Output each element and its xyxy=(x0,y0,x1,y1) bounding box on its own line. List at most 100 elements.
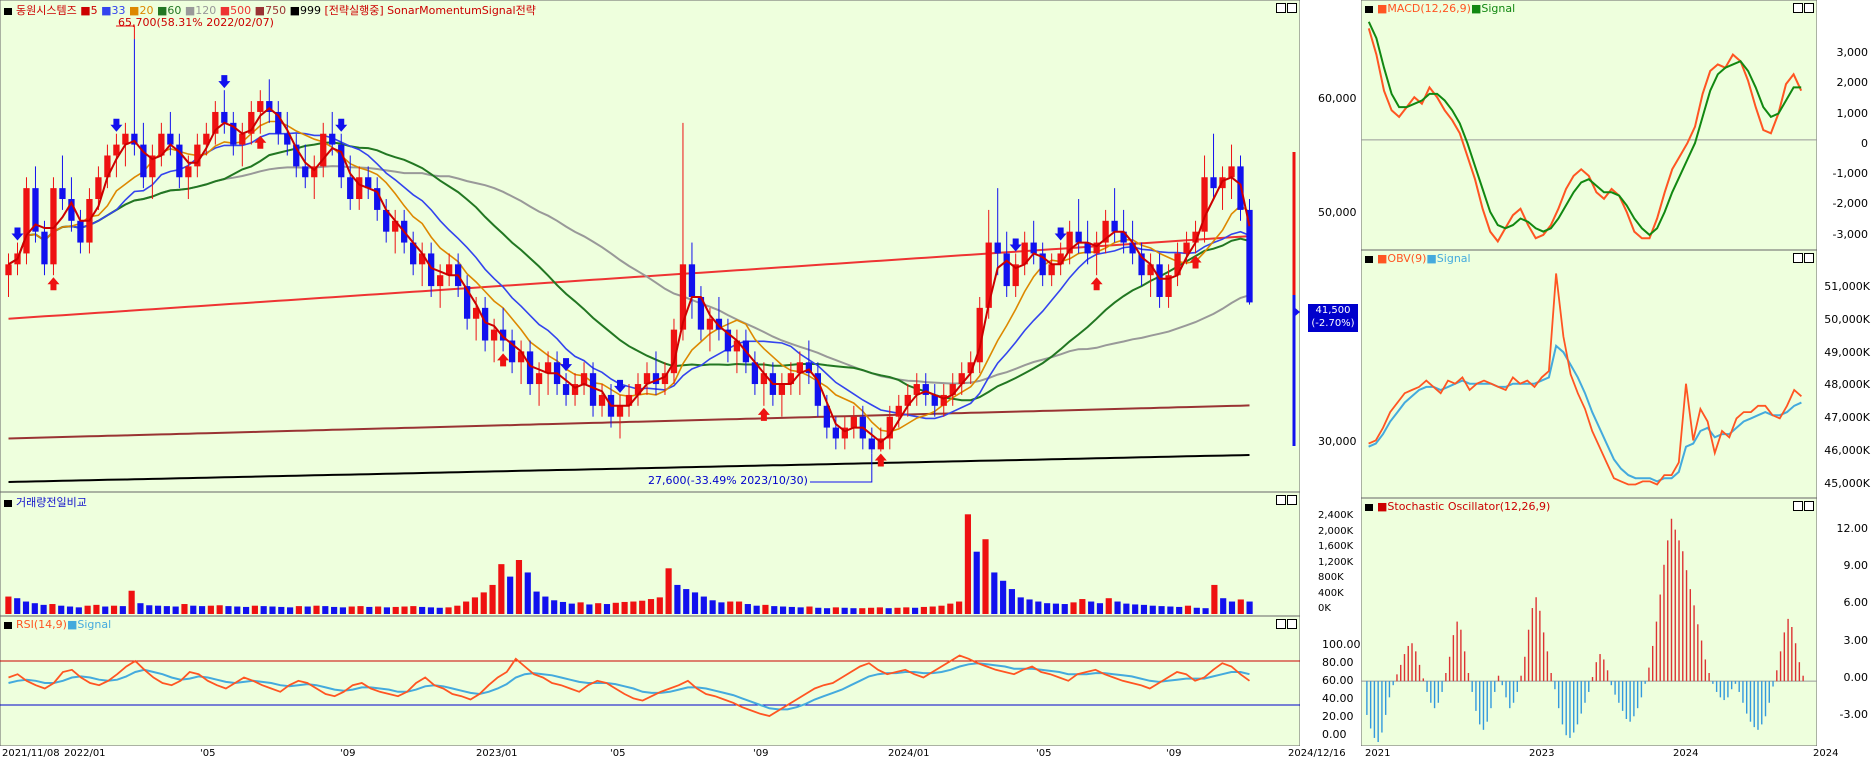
volume-maximize-icon[interactable] xyxy=(1276,495,1286,505)
panel-menu-icon[interactable] xyxy=(1365,255,1373,263)
candle-body xyxy=(41,231,48,265)
volume-bar xyxy=(1088,601,1095,614)
rsi-tick: 40.00 xyxy=(1322,692,1354,705)
volume-bar xyxy=(410,606,417,614)
volume-bar xyxy=(119,606,126,614)
volume-bar xyxy=(533,591,540,614)
volume-bar xyxy=(1105,598,1112,614)
panel-menu-icon[interactable] xyxy=(1365,503,1373,511)
rsi-maximize-icon[interactable] xyxy=(1276,619,1286,629)
volume-bar xyxy=(903,607,910,614)
volume-bar xyxy=(427,607,435,614)
main-price-panel[interactable]: 동원시스템즈 ■5 ■33 ■20 ■60 ■120 ■500 ■750 ■99… xyxy=(0,0,1358,493)
panel-menu-icon[interactable] xyxy=(4,499,12,507)
obv-tick: 51,000K xyxy=(1824,280,1870,293)
volume-bar xyxy=(595,603,602,614)
volume-bar xyxy=(524,572,531,614)
obv-maximize-icon[interactable] xyxy=(1793,253,1803,263)
stoch-tick: -3.00 xyxy=(1839,708,1868,722)
volume-bar xyxy=(419,606,426,614)
macd-panel-header: ■MACD(12,26,9)■Signal xyxy=(1365,2,1515,15)
obv-panel[interactable]: ■OBV(9)■Signal xyxy=(1360,249,1818,499)
volume-bar xyxy=(647,599,655,614)
panel-menu-icon[interactable] xyxy=(4,7,12,15)
volume-bar xyxy=(1158,606,1165,614)
stoch-maximize-icon[interactable] xyxy=(1793,501,1803,511)
candle-body xyxy=(940,394,947,406)
obv-chart-svg xyxy=(1360,249,1818,499)
candle-body xyxy=(257,101,264,112)
volume-tick: 800K xyxy=(1318,572,1344,583)
rsi-close-icon[interactable] xyxy=(1287,619,1297,629)
stoch-tick: 9.00 xyxy=(1843,559,1869,573)
candle-body xyxy=(77,220,84,243)
volume-bar xyxy=(850,608,857,614)
rsi-panel-header: RSI(14,9)■Signal xyxy=(4,618,111,631)
price-tick-60000: 60,000 xyxy=(1318,92,1357,105)
volume-bar xyxy=(779,606,787,614)
current-price: 41,500 xyxy=(1315,305,1351,316)
volume-bar xyxy=(1228,601,1236,614)
macd-tick: 2,000 xyxy=(1836,76,1869,90)
candle-body xyxy=(535,373,543,385)
volume-bar xyxy=(577,602,584,614)
macd-close-icon[interactable] xyxy=(1804,3,1814,13)
volume-bar xyxy=(1132,604,1139,614)
date-label: 2024/01 xyxy=(888,748,930,759)
date-label: '09 xyxy=(1166,748,1182,759)
rsi-panel[interactable]: RSI(14,9)■Signal 100.00 80.00 60.00 40.0… xyxy=(0,615,1361,747)
main-maximize-icon[interactable] xyxy=(1276,3,1286,13)
volume-bar xyxy=(93,604,100,614)
candle-body xyxy=(490,329,498,341)
volume-close-icon[interactable] xyxy=(1287,495,1297,505)
date-label: '09 xyxy=(340,748,356,759)
ma-legend-999: ■999 xyxy=(289,4,321,17)
volume-bar xyxy=(991,572,998,614)
chart-window: 동원시스템즈 ■5 ■33 ■20 ■60 ■120 ■500 ■750 ■99… xyxy=(0,0,1871,763)
volume-bar xyxy=(1167,606,1174,614)
candle-body xyxy=(1048,264,1055,276)
candle-body xyxy=(185,166,192,178)
volume-bar xyxy=(515,560,523,614)
obv-close-icon[interactable] xyxy=(1804,253,1814,263)
volume-bar xyxy=(1123,603,1130,614)
volume-bar xyxy=(383,607,391,614)
volume-tick: 1,600K xyxy=(1318,541,1354,552)
stoch-close-icon[interactable] xyxy=(1804,501,1814,511)
volume-bar xyxy=(568,603,575,614)
volume-bar xyxy=(401,606,408,614)
volume-panel[interactable]: 거래량전일비교 2,400K 2,000K 1,600K 1,200K 800K… xyxy=(0,491,1353,617)
volume-chart-svg xyxy=(0,491,1301,617)
candle-body xyxy=(994,242,1001,254)
low-annotation: 27,600(-33.49% 2023/10/30) xyxy=(648,474,808,487)
volume-bar xyxy=(542,596,549,614)
volume-title: 거래량전일비교 xyxy=(16,496,87,509)
panel-background xyxy=(1360,497,1818,747)
volume-bar xyxy=(216,605,223,614)
macd-ticks: 3,000 2,000 1,000 0 -1,000 -2,000 -3,000 xyxy=(1822,38,1868,250)
stoch-panel[interactable]: ■Stochastic Oscillator(12,26,9) xyxy=(1360,497,1818,747)
date-label: 2021 xyxy=(1365,748,1391,759)
volume-tick: 400K xyxy=(1318,587,1344,599)
macd-panel[interactable]: ■MACD(12,26,9)■Signal xyxy=(1360,0,1818,251)
volume-bar xyxy=(920,606,927,614)
volume-bar xyxy=(674,584,681,614)
macd-chart-svg xyxy=(1360,0,1818,251)
date-label: 2024 xyxy=(1673,748,1699,759)
volume-bar xyxy=(163,606,170,614)
panel-menu-icon[interactable] xyxy=(1365,5,1373,13)
candle-body xyxy=(778,384,786,395)
volume-bar xyxy=(154,605,162,614)
volume-bar xyxy=(894,607,901,614)
macd-signal-label: ■Signal xyxy=(1470,2,1516,15)
macd-tick: 0 xyxy=(1861,136,1868,150)
rsi-tick: 0.00 xyxy=(1322,728,1347,741)
panel-menu-icon[interactable] xyxy=(4,621,12,629)
volume-bar xyxy=(14,598,21,614)
volume-bar xyxy=(1176,606,1183,614)
volume-bar xyxy=(1035,601,1042,614)
candle-body xyxy=(1030,242,1037,254)
stoch-title: ■Stochastic Oscillator(12,26,9) xyxy=(1377,500,1551,513)
macd-maximize-icon[interactable] xyxy=(1793,3,1803,13)
main-close-icon[interactable] xyxy=(1287,3,1297,13)
